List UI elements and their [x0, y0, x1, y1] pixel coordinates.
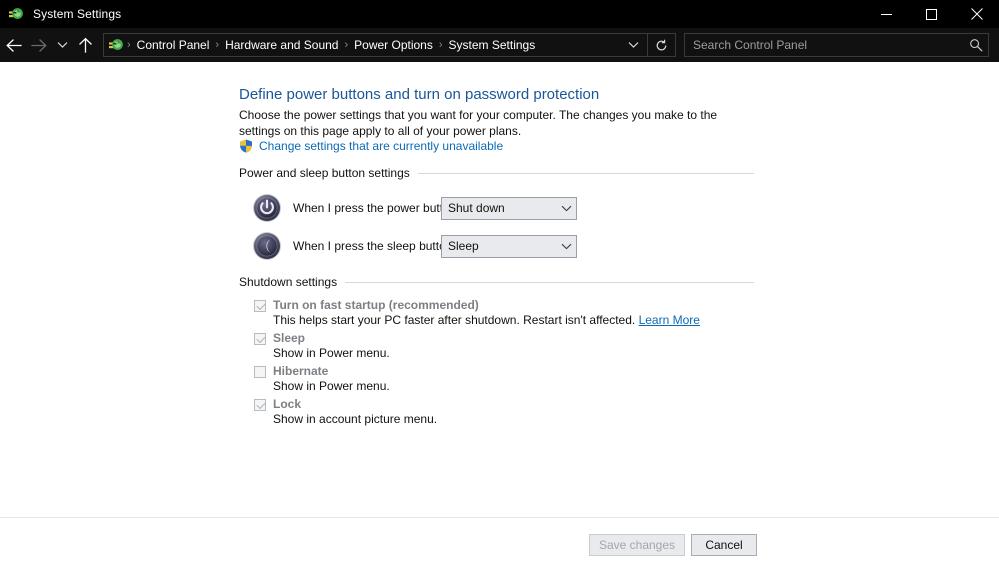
breadcrumb-item-system-settings[interactable]: System Settings	[444, 38, 541, 52]
uac-change-settings-row[interactable]: Change settings that are currently unava…	[239, 139, 503, 153]
sleep-label: Sleep	[273, 331, 305, 345]
checkbox-row[interactable]: Sleep	[254, 331, 390, 345]
breadcrumb-chevron-down-icon[interactable]	[619, 34, 647, 56]
fast-startup-description-text: This helps start your PC faster after sh…	[273, 313, 639, 327]
sleep-checkbox[interactable]	[254, 333, 266, 345]
sleep-button-setting-row: When I press the sleep button: Sleep	[252, 231, 577, 261]
navigation-bar: › Control Panel › Hardware and Sound › P…	[0, 28, 999, 62]
page-title: Define power buttons and turn on passwor…	[239, 86, 599, 103]
learn-more-link[interactable]: Learn More	[639, 313, 700, 327]
chevron-down-icon[interactable]	[556, 243, 576, 250]
checkbox-item-hibernate: Hibernate Show in Power menu.	[254, 364, 390, 393]
recent-locations-chevron-down-icon[interactable]	[52, 32, 72, 58]
sleep-description: Show in Power menu.	[273, 346, 390, 360]
hibernate-label: Hibernate	[273, 364, 328, 378]
sleep-moon-icon	[252, 231, 282, 261]
refresh-icon[interactable]	[647, 34, 675, 56]
shield-icon	[239, 139, 253, 153]
fast-startup-label: Turn on fast startup (recommended)	[273, 298, 479, 312]
search-input[interactable]	[685, 34, 964, 56]
page-description: Choose the power settings that you want …	[239, 107, 744, 139]
save-changes-button[interactable]: Save changes	[589, 534, 685, 556]
power-button-action-select[interactable]: Shut down	[441, 197, 577, 220]
content-area: Define power buttons and turn on passwor…	[0, 62, 999, 517]
hibernate-description: Show in Power menu.	[273, 379, 390, 393]
breadcrumb-control-panel-icon	[108, 37, 124, 53]
title-bar: System Settings	[0, 0, 999, 28]
search-icon[interactable]	[964, 34, 988, 56]
sleep-button-action-value: Sleep	[448, 239, 556, 253]
hibernate-checkbox[interactable]	[254, 366, 266, 378]
footer-bar: Save changes Cancel	[0, 517, 999, 563]
forward-arrow-icon[interactable]	[26, 32, 52, 58]
checkbox-item-lock: Lock Show in account picture menu.	[254, 397, 437, 426]
section-header-shutdown-settings: Shutdown settings	[239, 275, 754, 289]
lock-checkbox[interactable]	[254, 399, 266, 411]
breadcrumb-item-control-panel[interactable]: Control Panel	[132, 38, 215, 52]
control-panel-icon	[8, 6, 24, 22]
section-label: Shutdown settings	[239, 275, 337, 289]
section-divider	[345, 282, 754, 283]
window-title: System Settings	[33, 7, 121, 21]
power-button-action-value: Shut down	[448, 201, 556, 215]
search-box[interactable]	[684, 33, 989, 57]
sleep-button-label: When I press the sleep button:	[293, 239, 441, 253]
power-button-label: When I press the power button:	[293, 201, 441, 215]
checkbox-row[interactable]: Turn on fast startup (recommended)	[254, 298, 700, 312]
lock-description: Show in account picture menu.	[273, 412, 437, 426]
checkbox-row[interactable]: Lock	[254, 397, 437, 411]
back-arrow-icon[interactable]	[0, 32, 26, 58]
chevron-down-icon[interactable]	[556, 205, 576, 212]
checkbox-item-sleep: Sleep Show in Power menu.	[254, 331, 390, 360]
section-label: Power and sleep button settings	[239, 166, 410, 180]
breadcrumb-item-hardware-and-sound[interactable]: Hardware and Sound	[220, 38, 343, 52]
breadcrumb-item-power-options[interactable]: Power Options	[349, 38, 438, 52]
section-header-power-and-sleep: Power and sleep button settings	[239, 166, 754, 180]
cancel-button[interactable]: Cancel	[691, 534, 757, 556]
up-arrow-icon[interactable]	[72, 32, 98, 58]
maximize-button[interactable]	[909, 0, 954, 28]
fast-startup-checkbox[interactable]	[254, 300, 266, 312]
checkbox-row[interactable]: Hibernate	[254, 364, 390, 378]
power-button-icon	[252, 193, 282, 223]
lock-label: Lock	[273, 397, 301, 411]
fast-startup-description: This helps start your PC faster after sh…	[273, 313, 700, 327]
minimize-button[interactable]	[864, 0, 909, 28]
sleep-button-action-select[interactable]: Sleep	[441, 235, 577, 258]
window-controls	[864, 0, 999, 28]
close-button[interactable]	[954, 0, 999, 28]
address-bar[interactable]: › Control Panel › Hardware and Sound › P…	[103, 33, 676, 57]
section-divider	[418, 173, 754, 174]
power-button-setting-row: When I press the power button: Shut down	[252, 193, 577, 223]
uac-change-settings-link[interactable]: Change settings that are currently unava…	[259, 139, 503, 153]
checkbox-item-fast-startup: Turn on fast startup (recommended) This …	[254, 298, 700, 327]
